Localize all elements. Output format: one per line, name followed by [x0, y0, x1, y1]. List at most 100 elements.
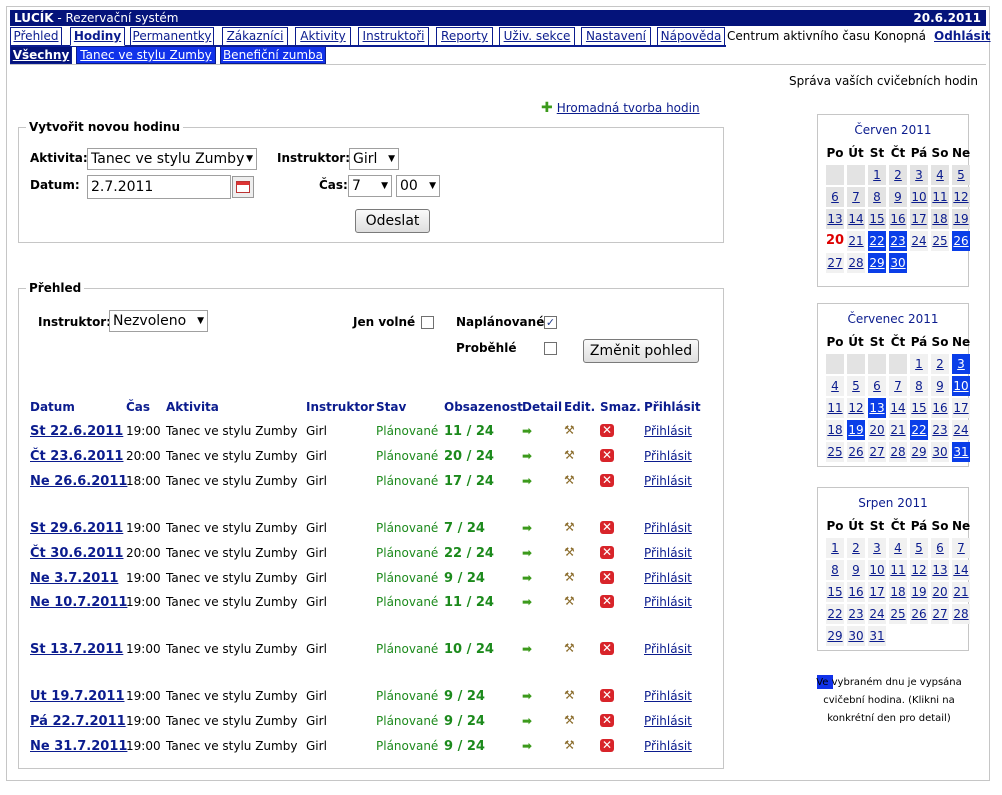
calendar-day[interactable]: 20 [931, 582, 949, 602]
activity-select[interactable]: Tanec ve stylu Zumby ▼ [87, 148, 257, 170]
calendar-day[interactable]: 17 [952, 398, 970, 418]
calendar-day[interactable]: 20 [868, 420, 886, 440]
calendar-day[interactable]: 3 [910, 165, 928, 185]
row-signup-link[interactable]: Přihlásit [644, 449, 692, 463]
col-obsazenost[interactable]: Obsazenost [444, 400, 523, 414]
change-view-button[interactable]: Změnit pohled [583, 339, 699, 363]
calendar-day[interactable]: 11 [889, 560, 907, 580]
calendar-day[interactable]: 27 [868, 442, 886, 462]
hour-select[interactable]: 7 ▼ [348, 175, 392, 197]
arrow-right-icon[interactable]: ➡ [522, 689, 532, 703]
tab-aktivity[interactable]: Aktivity [295, 27, 351, 46]
row-date-link[interactable]: Ne 26.6.2011 [30, 474, 127, 489]
calendar-day[interactable]: 28 [847, 253, 865, 273]
calendar-day[interactable]: 24 [952, 420, 970, 440]
col-stav[interactable]: Stav [376, 400, 406, 414]
row-signup-link[interactable]: Přihlásit [644, 474, 692, 488]
calendar-day[interactable]: 1 [868, 165, 886, 185]
tab-permanentky[interactable]: Permanentky [130, 27, 214, 46]
arrow-right-icon[interactable]: ➡ [522, 521, 532, 535]
calendar-day[interactable]: 17 [910, 209, 928, 229]
calendar-day[interactable]: 5 [952, 165, 970, 185]
calendar-day[interactable]: 15 [910, 398, 928, 418]
row-signup-link[interactable]: Přihlásit [644, 595, 692, 609]
row-date-link[interactable]: St 29.6.2011 [30, 521, 123, 536]
row-date-link[interactable]: Ne 10.7.2011 [30, 595, 127, 610]
arrow-right-icon[interactable]: ➡ [522, 474, 532, 488]
row-date-link[interactable]: Čt 30.6.2011 [30, 546, 123, 561]
calendar-day[interactable]: 1 [910, 354, 928, 374]
calendar-day[interactable]: 31 [868, 626, 886, 646]
row-date-link[interactable]: St 13.7.2011 [30, 642, 123, 657]
calendar-day[interactable]: 28 [952, 604, 970, 624]
calendar-day[interactable]: 30 [931, 442, 949, 462]
calendar-day[interactable]: 19 [952, 209, 970, 229]
calendar-day[interactable]: 24 [910, 231, 928, 251]
calendar-day[interactable]: 9 [931, 376, 949, 396]
calendar-day[interactable]: 16 [931, 398, 949, 418]
calendar-day[interactable]: 18 [889, 582, 907, 602]
calendar-day-event[interactable]: 10 [952, 376, 970, 396]
calendar-day[interactable]: 13 [931, 560, 949, 580]
row-signup-link[interactable]: Přihlásit [644, 424, 692, 438]
calendar-day-event[interactable]: 3 [952, 354, 970, 374]
calendar-day[interactable]: 21 [952, 582, 970, 602]
col-aktivita[interactable]: Aktivita [166, 400, 219, 414]
calendar-day-event[interactable]: 22 [868, 231, 886, 251]
tab-hodiny[interactable]: Hodiny [70, 27, 125, 46]
free-only-checkbox[interactable] [421, 316, 434, 329]
tab-napoveda[interactable]: Nápověda [657, 27, 725, 46]
submit-button[interactable]: Odeslat [355, 209, 430, 233]
calendar-day[interactable]: 6 [868, 376, 886, 396]
subtab-beneficni-zumba[interactable]: Benefiční zumba [220, 46, 326, 64]
calendar-day[interactable]: 12 [952, 187, 970, 207]
filter-instructor-select[interactable]: Nezvoleno ▼ [109, 310, 208, 332]
calendar-day[interactable]: 2 [847, 538, 865, 558]
calendar-day-event[interactable]: 31 [952, 442, 970, 462]
calendar-day[interactable]: 28 [889, 442, 907, 462]
calendar-day[interactable]: 8 [910, 376, 928, 396]
calendar-day[interactable]: 16 [847, 582, 865, 602]
calendar-day[interactable]: 27 [826, 253, 844, 273]
arrow-right-icon[interactable]: ➡ [522, 571, 532, 585]
tab-uziv-sekce[interactable]: Uživ. sekce [499, 27, 575, 46]
calendar-day[interactable]: 25 [889, 604, 907, 624]
tab-zakaznici[interactable]: Zákazníci [222, 27, 288, 46]
date-input[interactable]: 2.7.2011 [87, 175, 231, 199]
calendar-day[interactable]: 8 [868, 187, 886, 207]
arrow-right-icon[interactable]: ➡ [522, 739, 532, 753]
calendar-day[interactable]: 7 [889, 376, 907, 396]
arrow-right-icon[interactable]: ➡ [522, 595, 532, 609]
tab-nastaveni[interactable]: Nastavení [581, 27, 651, 46]
calendar-day[interactable]: 23 [931, 420, 949, 440]
past-checkbox[interactable] [544, 342, 557, 355]
calendar-day[interactable]: 9 [847, 560, 865, 580]
calendar-day[interactable]: 24 [868, 604, 886, 624]
instructor-select[interactable]: Girl ▼ [349, 148, 399, 170]
minute-select[interactable]: 00 ▼ [396, 175, 440, 197]
arrow-right-icon[interactable]: ➡ [522, 714, 532, 728]
calendar-day[interactable]: 21 [847, 231, 865, 251]
calendar-day[interactable]: 4 [889, 538, 907, 558]
calendar-day[interactable]: 4 [826, 376, 844, 396]
calendar-day[interactable]: 18 [931, 209, 949, 229]
calendar-day-event[interactable]: 13 [868, 398, 886, 418]
calendar-day[interactable]: 5 [910, 538, 928, 558]
row-date-link[interactable]: Ut 19.7.2011 [30, 689, 125, 704]
row-signup-link[interactable]: Přihlásit [644, 571, 692, 585]
arrow-right-icon[interactable]: ➡ [522, 449, 532, 463]
calendar-day[interactable]: 14 [847, 209, 865, 229]
calendar-day[interactable]: 10 [910, 187, 928, 207]
logout-link[interactable]: Odhlásit [934, 29, 991, 43]
calendar-day[interactable]: 5 [847, 376, 865, 396]
arrow-right-icon[interactable]: ➡ [522, 546, 532, 560]
calendar-day[interactable]: 30 [847, 626, 865, 646]
row-signup-link[interactable]: Přihlásit [644, 739, 692, 753]
arrow-right-icon[interactable]: ➡ [522, 424, 532, 438]
tab-prehled[interactable]: Přehled [10, 27, 62, 46]
calendar-day[interactable]: 25 [931, 231, 949, 251]
calendar-day[interactable]: 4 [931, 165, 949, 185]
row-date-link[interactable]: St 22.6.2011 [30, 424, 123, 439]
calendar-day-event[interactable]: 30 [889, 253, 907, 273]
row-signup-link[interactable]: Přihlásit [644, 642, 692, 656]
